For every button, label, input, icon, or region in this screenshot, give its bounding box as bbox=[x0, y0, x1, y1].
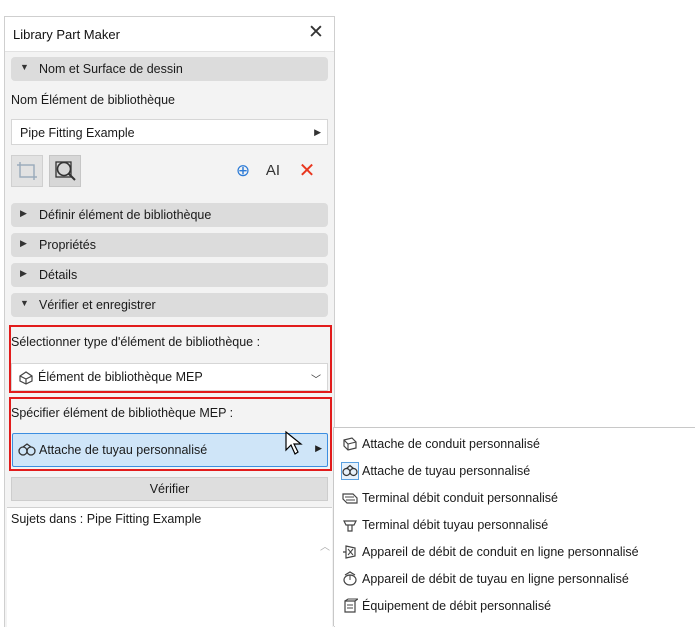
section-label: Propriétés bbox=[39, 238, 96, 252]
section-proprietes[interactable]: ▶ Propriétés bbox=[11, 233, 328, 257]
chevron-down-icon: ▼ bbox=[20, 298, 29, 308]
chevron-right-icon: ▶ bbox=[314, 127, 321, 137]
scroll-up-icon[interactable]: ︿ bbox=[320, 538, 330, 558]
add-circle-icon[interactable]: ⊕ bbox=[227, 155, 259, 187]
part-name-field[interactable]: Pipe Fitting Example ▶ bbox=[11, 119, 328, 145]
duct-inline-device-icon bbox=[342, 544, 358, 560]
menu-item-label: Attache de conduit personnalisé bbox=[362, 437, 540, 451]
menu-item[interactable]: Appareil de débit de conduit en ligne pe… bbox=[334, 539, 695, 566]
menu-item-label: Appareil de débit de tuyau en ligne pers… bbox=[362, 572, 629, 586]
chevron-down-icon: ▼ bbox=[20, 62, 29, 72]
section-verifier[interactable]: ▼ Vérifier et enregistrer bbox=[11, 293, 328, 317]
menu-item[interactable]: Attache de conduit personnalisé bbox=[334, 431, 695, 458]
menu-item[interactable]: Équipement de débit personnalisé bbox=[334, 593, 695, 620]
menu-item[interactable]: Appareil de débit de tuyau en ligne pers… bbox=[334, 566, 695, 593]
name-field-label: Nom Élément de bibliothèque bbox=[11, 93, 175, 107]
highlight-type-select bbox=[9, 325, 332, 393]
section-label: Nom et Surface de dessin bbox=[39, 62, 183, 76]
verify-button[interactable]: Vérifier bbox=[11, 477, 328, 501]
drawing-toolbar: ⊕ AI ✕ bbox=[11, 155, 328, 189]
menu-item-label: Attache de tuyau personnalisé bbox=[362, 464, 531, 478]
menu-item-label: Équipement de débit personnalisé bbox=[362, 599, 552, 613]
panel-titlebar: Library Part Maker ✕ bbox=[5, 17, 334, 52]
mouse-cursor-icon bbox=[285, 430, 303, 455]
text-style-icon[interactable]: AI bbox=[257, 155, 289, 187]
menu-item[interactable]: Attache de tuyau personnalisé bbox=[334, 458, 695, 485]
results-list[interactable]: Sujets dans : Pipe Fitting Example ︿ bbox=[7, 507, 332, 628]
window-title: Library Part Maker bbox=[13, 27, 120, 42]
pipe-fitting-icon bbox=[341, 462, 359, 480]
chevron-right-icon: ▶ bbox=[20, 238, 27, 248]
results-line: Sujets dans : Pipe Fitting Example bbox=[11, 512, 202, 526]
section-label: Définir élément de bibliothèque bbox=[39, 208, 212, 222]
pipe-terminal-icon bbox=[342, 517, 358, 533]
section-label: Détails bbox=[39, 268, 78, 282]
menu-item-label: Terminal débit conduit personnalisé bbox=[362, 491, 558, 505]
section-definir[interactable]: ▶ Définir élément de bibliothèque bbox=[11, 203, 328, 227]
text-style-glyph: AI bbox=[265, 162, 281, 179]
part-name-value: Pipe Fitting Example bbox=[20, 126, 135, 140]
mep-submenu: Attache de conduit personnalisé Attache … bbox=[333, 427, 695, 626]
duct-fitting-icon bbox=[342, 436, 358, 452]
flow-equipment-icon bbox=[342, 598, 358, 614]
menu-item[interactable]: Terminal débit tuyau personnalisé bbox=[334, 512, 695, 539]
close-icon[interactable]: ✕ bbox=[304, 21, 328, 45]
duct-terminal-icon bbox=[342, 490, 358, 506]
verify-button-label: Vérifier bbox=[149, 482, 190, 496]
library-part-maker-panel: Library Part Maker ✕ ▼ Nom et Surface de… bbox=[4, 16, 335, 628]
menu-item-label: Terminal débit tuyau personnalisé bbox=[362, 518, 549, 532]
menu-item-label: Appareil de débit de conduit en ligne pe… bbox=[362, 545, 639, 559]
menu-item[interactable]: Terminal débit conduit personnalisé bbox=[334, 485, 695, 512]
chevron-right-icon: ▶ bbox=[20, 208, 27, 218]
section-details[interactable]: ▶ Détails bbox=[11, 263, 328, 287]
delete-x-icon[interactable]: ✕ bbox=[291, 155, 323, 187]
chevron-right-icon: ▶ bbox=[20, 268, 27, 278]
section-label: Vérifier et enregistrer bbox=[39, 298, 156, 312]
zoom-lens-icon[interactable] bbox=[49, 155, 81, 187]
pipe-inline-device-icon bbox=[342, 571, 358, 587]
section-nom-surface[interactable]: ▼ Nom et Surface de dessin bbox=[11, 57, 328, 81]
crop-frame-icon[interactable] bbox=[11, 155, 43, 187]
